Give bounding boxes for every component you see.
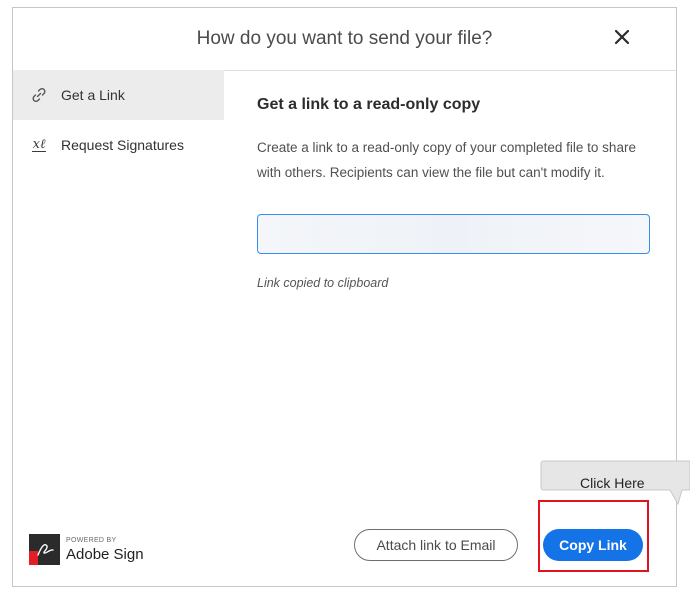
powered-by-label: POWERED BY	[66, 537, 117, 544]
sidebar-item-label: Request Signatures	[61, 137, 184, 153]
sidebar-item-request-signatures[interactable]: xℓ Request Signatures	[13, 120, 224, 170]
close-icon[interactable]	[612, 27, 632, 47]
sidebar-item-get-a-link[interactable]: Get a Link	[13, 70, 224, 120]
adobe-sign-logo	[29, 534, 60, 565]
adobe-sign-brand: POWERED BY Adobe Sign	[29, 534, 144, 565]
brand-name: Adobe Sign	[66, 546, 144, 563]
section-description: Create a link to a read-only copy of you…	[257, 140, 636, 180]
signature-icon: xℓ	[31, 136, 47, 152]
section-heading: Get a link to a read-only copy	[257, 96, 481, 113]
copy-link-highlight	[538, 500, 649, 572]
sidebar: Get a Link xℓ Request Signatures POWERED…	[13, 70, 224, 586]
link-icon	[29, 85, 49, 105]
sidebar-item-label: Get a Link	[61, 87, 125, 103]
dialog-header: How do you want to send your file?	[13, 8, 676, 71]
link-url-field[interactable]	[257, 214, 650, 254]
click-here-callout: Click Here	[540, 460, 690, 505]
callout-label: Click Here	[580, 475, 645, 491]
dialog-title: How do you want to send your file?	[196, 28, 493, 49]
copy-status-text: Link copied to clipboard	[257, 276, 389, 290]
attach-link-to-email-button[interactable]: Attach link to Email	[354, 529, 518, 561]
